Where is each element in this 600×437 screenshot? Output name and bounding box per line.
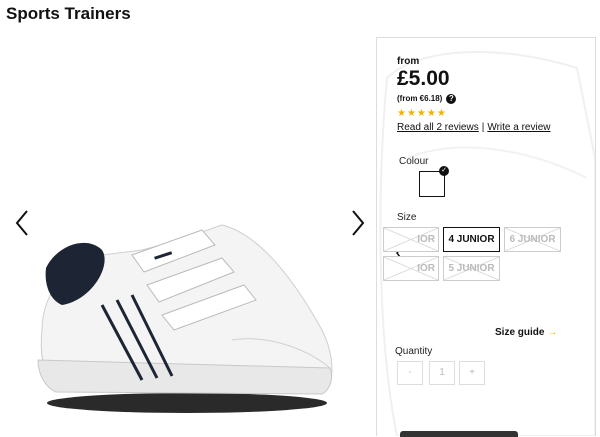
write-review-link[interactable]: Write a review — [487, 122, 550, 133]
product-options-panel: from £5.00 (from €6.18)? ★★★★★ Read all … — [376, 37, 596, 436]
page-title: Sports Trainers — [6, 4, 131, 23]
product-image — [37, 224, 333, 413]
gallery-next-button[interactable] — [348, 208, 368, 238]
quantity-decrease-button[interactable]: - — [397, 361, 423, 385]
chevron-left-icon — [15, 210, 28, 236]
add-to-bag-button[interactable] — [400, 431, 518, 437]
quantity-label: Quantity — [395, 346, 433, 357]
size-option-selected[interactable]: 4 JUNIOR — [443, 227, 500, 252]
reviews-links: Read all 2 reviews | Write a review — [397, 122, 551, 133]
reviews-separator: | — [481, 122, 485, 133]
quantity-input[interactable]: 1 — [429, 361, 455, 385]
price-from-label: from — [397, 56, 420, 67]
size-option[interactable]: IOR — [383, 227, 439, 252]
alt-price: (from €6.18)? — [397, 94, 457, 104]
size-guide-text: Size guide — [495, 327, 545, 338]
arrow-right-icon: → — [547, 327, 558, 338]
size-guide-link[interactable]: Size guide → — [495, 327, 557, 338]
help-icon[interactable]: ? — [446, 94, 457, 104]
colour-label: Colour — [399, 156, 429, 167]
chevron-right-icon — [352, 210, 365, 236]
price: £5.00 — [397, 67, 450, 90]
size-label: Size — [397, 212, 417, 223]
size-option[interactable]: IOR — [383, 256, 439, 281]
quantity-increase-button[interactable]: + — [459, 361, 485, 385]
size-option[interactable]: 5 JUNIOR — [443, 256, 500, 281]
check-icon: ✓ — [439, 166, 449, 176]
gallery-prev-button[interactable] — [12, 208, 32, 238]
rating-stars: ★★★★★ — [397, 108, 447, 119]
size-option[interactable]: 6 JUNIOR — [504, 227, 561, 252]
alt-price-text: (from €6.18) — [397, 94, 443, 104]
read-reviews-link[interactable]: Read all 2 reviews — [397, 122, 479, 133]
